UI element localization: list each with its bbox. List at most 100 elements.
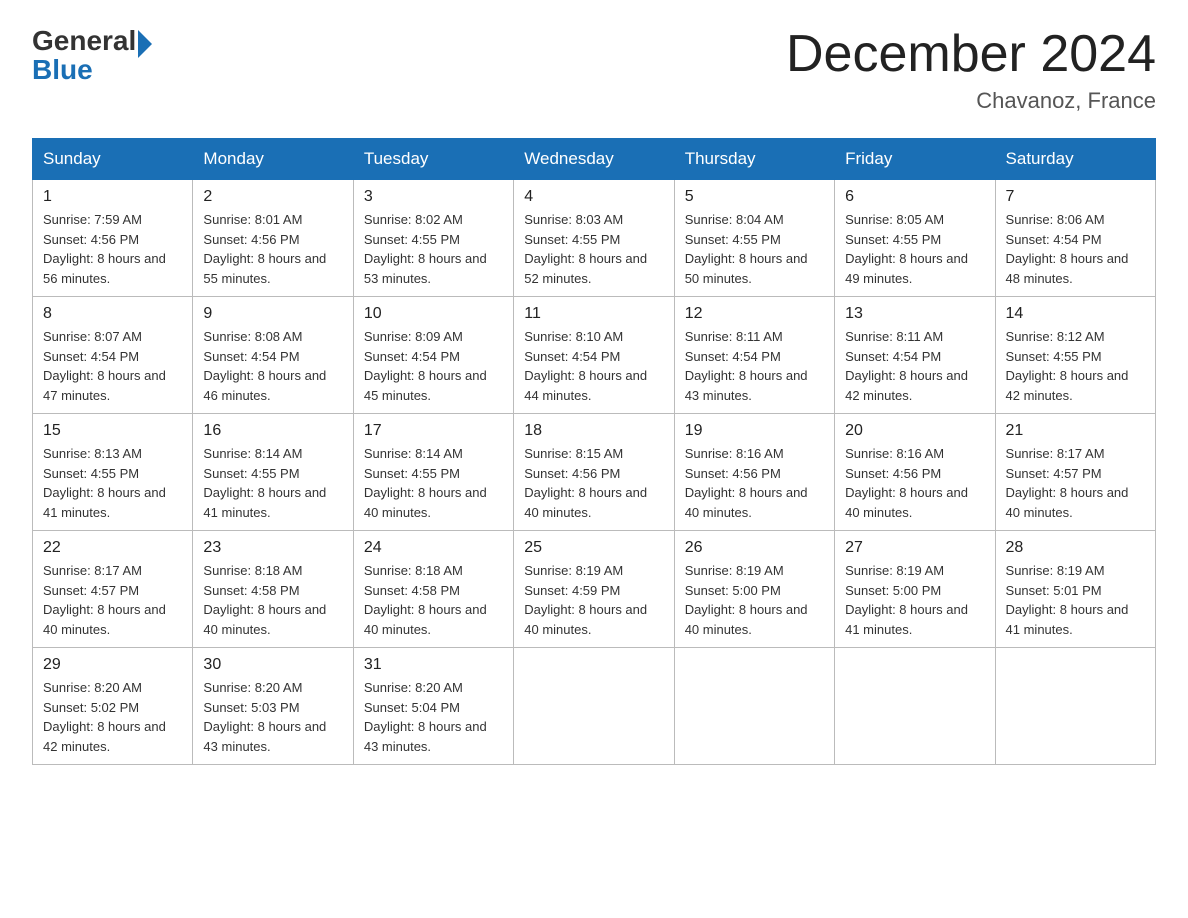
day-number: 27 (845, 539, 984, 557)
day-number: 23 (203, 539, 342, 557)
day-number: 16 (203, 422, 342, 440)
day-info: Sunrise: 8:12 AMSunset: 4:55 PMDaylight:… (1006, 327, 1145, 405)
calendar-cell: 11Sunrise: 8:10 AMSunset: 4:54 PMDayligh… (514, 297, 674, 414)
title-block: December 2024 Chavanoz, France (786, 24, 1156, 114)
day-number: 24 (364, 539, 503, 557)
calendar-header-row: SundayMondayTuesdayWednesdayThursdayFrid… (33, 139, 1156, 180)
day-number: 28 (1006, 539, 1145, 557)
day-number: 31 (364, 656, 503, 674)
day-info: Sunrise: 8:16 AMSunset: 4:56 PMDaylight:… (685, 444, 824, 522)
day-number: 17 (364, 422, 503, 440)
day-info: Sunrise: 8:17 AMSunset: 4:57 PMDaylight:… (43, 561, 182, 639)
calendar-cell: 21Sunrise: 8:17 AMSunset: 4:57 PMDayligh… (995, 414, 1155, 531)
day-info: Sunrise: 8:19 AMSunset: 5:01 PMDaylight:… (1006, 561, 1145, 639)
calendar-cell: 25 Sunrise: 8:19 AMSunset: 4:59 PMDayligh… (514, 531, 674, 648)
day-info: Sunrise: 8:19 AMSunset: 4:59 PMDaylight:… (524, 561, 663, 639)
calendar-cell: 29 Sunrise: 8:20 AMSunset: 5:02 PMDayligh… (33, 648, 193, 765)
calendar-cell: 23 Sunrise: 8:18 AMSunset: 4:58 PMDayligh… (193, 531, 353, 648)
day-info: Sunrise: 8:18 AMSunset: 4:58 PMDaylight:… (364, 561, 503, 639)
calendar-cell: 6 Sunrise: 8:05 AMSunset: 4:55 PMDaylight… (835, 180, 995, 297)
calendar-week-row: 1Sunrise: 7:59 AMSunset: 4:56 PMDaylight… (33, 180, 1156, 297)
day-info: Sunrise: 8:20 AMSunset: 5:02 PMDaylight:… (43, 678, 182, 756)
calendar-cell: 15Sunrise: 8:13 AMSunset: 4:55 PMDayligh… (33, 414, 193, 531)
calendar-cell (674, 648, 834, 765)
day-info: Sunrise: 8:20 AMSunset: 5:04 PMDaylight:… (364, 678, 503, 756)
day-info: Sunrise: 8:04 AMSunset: 4:55 PMDaylight:… (685, 210, 824, 288)
day-number: 29 (43, 656, 182, 674)
calendar-week-row: 22 Sunrise: 8:17 AMSunset: 4:57 PMDayligh… (33, 531, 1156, 648)
day-info: Sunrise: 8:16 AMSunset: 4:56 PMDaylight:… (845, 444, 984, 522)
calendar-week-row: 8Sunrise: 8:07 AMSunset: 4:54 PMDaylight… (33, 297, 1156, 414)
day-info: Sunrise: 8:01 AMSunset: 4:56 PMDaylight:… (203, 210, 342, 288)
day-info: Sunrise: 8:18 AMSunset: 4:58 PMDaylight:… (203, 561, 342, 639)
day-number: 20 (845, 422, 984, 440)
page-header: General Blue December 2024 Chavanoz, Fra… (32, 24, 1156, 114)
calendar-cell: 9 Sunrise: 8:08 AMSunset: 4:54 PMDaylight… (193, 297, 353, 414)
day-info: Sunrise: 8:02 AMSunset: 4:55 PMDaylight:… (364, 210, 503, 288)
day-number: 5 (685, 188, 824, 206)
day-number: 18 (524, 422, 663, 440)
calendar-cell: 14 Sunrise: 8:12 AMSunset: 4:55 PMDayligh… (995, 297, 1155, 414)
day-number: 6 (845, 188, 984, 206)
col-header-wednesday: Wednesday (514, 139, 674, 180)
day-info: Sunrise: 8:13 AMSunset: 4:55 PMDaylight:… (43, 444, 182, 522)
day-info: Sunrise: 8:06 AMSunset: 4:54 PMDaylight:… (1006, 210, 1145, 288)
calendar-cell: 19Sunrise: 8:16 AMSunset: 4:56 PMDayligh… (674, 414, 834, 531)
day-info: Sunrise: 8:05 AMSunset: 4:55 PMDaylight:… (845, 210, 984, 288)
day-info: Sunrise: 8:11 AMSunset: 4:54 PMDaylight:… (685, 327, 824, 405)
col-header-saturday: Saturday (995, 139, 1155, 180)
day-info: Sunrise: 8:19 AMSunset: 5:00 PMDaylight:… (685, 561, 824, 639)
calendar-cell: 4Sunrise: 8:03 AMSunset: 4:55 PMDaylight… (514, 180, 674, 297)
day-info: Sunrise: 8:08 AMSunset: 4:54 PMDaylight:… (203, 327, 342, 405)
day-number: 2 (203, 188, 342, 206)
calendar-cell: 27 Sunrise: 8:19 AMSunset: 5:00 PMDayligh… (835, 531, 995, 648)
calendar-cell: 20 Sunrise: 8:16 AMSunset: 4:56 PMDayligh… (835, 414, 995, 531)
day-info: Sunrise: 8:10 AMSunset: 4:54 PMDaylight:… (524, 327, 663, 405)
calendar-cell: 16Sunrise: 8:14 AMSunset: 4:55 PMDayligh… (193, 414, 353, 531)
calendar-cell (995, 648, 1155, 765)
day-number: 9 (203, 305, 342, 323)
col-header-thursday: Thursday (674, 139, 834, 180)
calendar-cell: 24 Sunrise: 8:18 AMSunset: 4:58 PMDayligh… (353, 531, 513, 648)
calendar-cell: 28 Sunrise: 8:19 AMSunset: 5:01 PMDayligh… (995, 531, 1155, 648)
col-header-tuesday: Tuesday (353, 139, 513, 180)
calendar-cell (835, 648, 995, 765)
day-number: 1 (43, 188, 182, 206)
col-header-monday: Monday (193, 139, 353, 180)
calendar-cell: 7 Sunrise: 8:06 AMSunset: 4:54 PMDaylight… (995, 180, 1155, 297)
calendar-cell: 26 Sunrise: 8:19 AMSunset: 5:00 PMDayligh… (674, 531, 834, 648)
logo-blue: Blue (32, 54, 152, 86)
day-number: 10 (364, 305, 503, 323)
day-number: 8 (43, 305, 182, 323)
logo: General Blue (32, 24, 152, 86)
logo-arrow-icon (138, 30, 152, 58)
day-number: 14 (1006, 305, 1145, 323)
calendar-cell: 8Sunrise: 8:07 AMSunset: 4:54 PMDaylight… (33, 297, 193, 414)
day-info: Sunrise: 8:11 AMSunset: 4:54 PMDaylight:… (845, 327, 984, 405)
day-number: 12 (685, 305, 824, 323)
day-info: Sunrise: 8:19 AMSunset: 5:00 PMDaylight:… (845, 561, 984, 639)
col-header-sunday: Sunday (33, 139, 193, 180)
day-info: Sunrise: 8:15 AMSunset: 4:56 PMDaylight:… (524, 444, 663, 522)
calendar-cell: 30Sunrise: 8:20 AMSunset: 5:03 PMDayligh… (193, 648, 353, 765)
calendar-cell: 5 Sunrise: 8:04 AMSunset: 4:55 PMDaylight… (674, 180, 834, 297)
calendar-cell: 13Sunrise: 8:11 AMSunset: 4:54 PMDayligh… (835, 297, 995, 414)
day-info: Sunrise: 8:20 AMSunset: 5:03 PMDaylight:… (203, 678, 342, 756)
calendar-cell: 2 Sunrise: 8:01 AMSunset: 4:56 PMDaylight… (193, 180, 353, 297)
calendar-week-row: 15Sunrise: 8:13 AMSunset: 4:55 PMDayligh… (33, 414, 1156, 531)
day-number: 3 (364, 188, 503, 206)
day-number: 4 (524, 188, 663, 206)
calendar-cell: 1Sunrise: 7:59 AMSunset: 4:56 PMDaylight… (33, 180, 193, 297)
day-number: 22 (43, 539, 182, 557)
day-number: 7 (1006, 188, 1145, 206)
month-title: December 2024 (786, 24, 1156, 84)
day-info: Sunrise: 8:09 AMSunset: 4:54 PMDaylight:… (364, 327, 503, 405)
calendar-cell: 31 Sunrise: 8:20 AMSunset: 5:04 PMDayligh… (353, 648, 513, 765)
day-number: 25 (524, 539, 663, 557)
calendar-cell (514, 648, 674, 765)
calendar-cell: 12 Sunrise: 8:11 AMSunset: 4:54 PMDayligh… (674, 297, 834, 414)
day-number: 26 (685, 539, 824, 557)
day-number: 21 (1006, 422, 1145, 440)
col-header-friday: Friday (835, 139, 995, 180)
calendar-cell: 22 Sunrise: 8:17 AMSunset: 4:57 PMDayligh… (33, 531, 193, 648)
